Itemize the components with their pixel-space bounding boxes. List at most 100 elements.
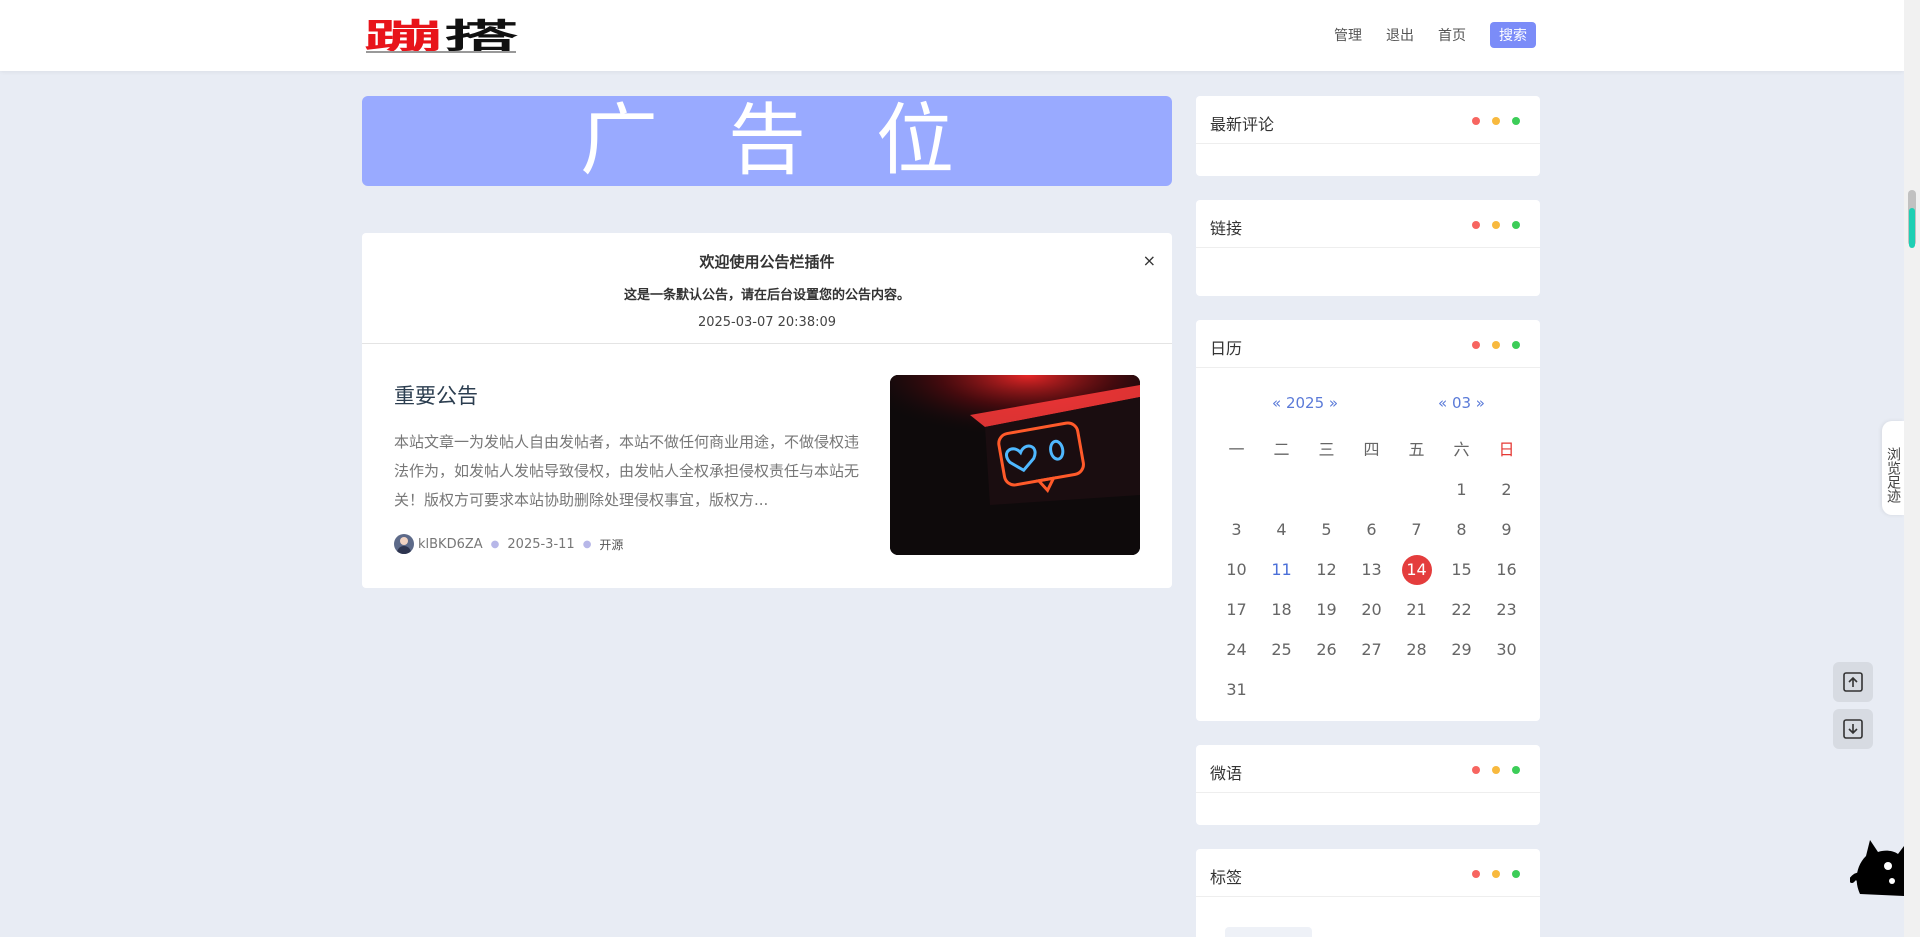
calendar-day: 16 <box>1496 560 1517 579</box>
calendar-day: 15 <box>1451 560 1472 579</box>
calendar-day: 28 <box>1406 640 1427 659</box>
calendar-empty-cell <box>1439 675 1484 705</box>
widget-calendar: 日历 « 2025 » « 03 » 一二三四五六日 1 2 3 4 5 6 7 8 9 10 11 1… <box>1196 320 1540 721</box>
calendar-day: 4 <box>1276 520 1287 539</box>
window-dots <box>1472 766 1520 774</box>
close-icon[interactable]: × <box>1143 251 1156 270</box>
notice-board: 欢迎使用公告栏插件 这是一条默认公告，请在后台设置您的公告内容。 2025-03… <box>362 233 1172 344</box>
calendar-today[interactable]: 14 <box>1401 555 1432 585</box>
calendar-empty-cell <box>1259 675 1304 705</box>
calendar-day: 10 <box>1226 560 1247 579</box>
arrow-down-icon <box>1843 719 1863 739</box>
calendar-weekday: 六 <box>1453 440 1470 459</box>
page-scrollbar[interactable] <box>1904 0 1920 937</box>
calendar-day: 6 <box>1366 520 1377 539</box>
calendar-day: 12 <box>1316 560 1337 579</box>
widget-links: 链接 <box>1196 200 1540 296</box>
calendar-day: 7 <box>1411 520 1422 539</box>
notice-time: 2025-03-07 20:38:09 <box>697 315 837 330</box>
calendar-day: 3 <box>1231 520 1242 539</box>
window-dots <box>1472 117 1520 125</box>
post-excerpt: 本站文章一为发帖人自由发帖者，本站不做任何商业用途，不做侵权违法作为，如发帖人发… <box>394 433 860 509</box>
calendar-day: 21 <box>1406 600 1427 619</box>
widget-header: 微语 <box>1196 745 1540 793</box>
calendar-empty-cell <box>1394 475 1439 505</box>
calendar-empty-cell <box>1349 675 1394 705</box>
widget-latest-comments: 最新评论 <box>1196 96 1540 176</box>
scroll-progress-indicator <box>1909 208 1915 248</box>
calendar-day: 18 <box>1271 600 1292 619</box>
search-button[interactable]: 搜索 <box>1490 22 1536 48</box>
calendar-day: 2 <box>1501 480 1512 499</box>
calendar-day: 29 <box>1451 640 1472 659</box>
nav-admin[interactable]: 管理 <box>1334 25 1362 45</box>
main-card: 欢迎使用公告栏插件 这是一条默认公告，请在后台设置您的公告内容。 2025-03… <box>362 233 1172 588</box>
calendar-weekday: 四 <box>1363 440 1380 459</box>
widget-header: 链接 <box>1196 200 1540 248</box>
calendar-day: 1 <box>1456 480 1467 499</box>
post-author[interactable]: klBKD6ZA <box>418 537 483 552</box>
post-thumbnail[interactable] <box>890 375 1140 555</box>
calendar-day: 31 <box>1226 680 1247 699</box>
browse-history-tab[interactable]: 浏览足迹 <box>1882 421 1904 515</box>
calendar-empty-cell <box>1304 675 1349 705</box>
widget-title: 链接 <box>1210 219 1243 238</box>
widget-title: 日历 <box>1210 339 1243 358</box>
widget-tags: 标签 <box>1196 849 1540 937</box>
calendar-day: 26 <box>1316 640 1337 659</box>
widget-title: 标签 <box>1210 868 1243 887</box>
nav-logout[interactable]: 退出 <box>1386 25 1414 45</box>
calendar-weekday: 一 <box>1228 440 1245 459</box>
window-dots <box>1472 221 1520 229</box>
calendar-day: 13 <box>1361 560 1382 579</box>
avatar[interactable] <box>394 534 414 554</box>
calendar-weekday: 五 <box>1408 440 1425 459</box>
calendar-week-row: 17 18 19 20 21 22 23 <box>1214 590 1530 630</box>
site-logo[interactable]: 蹦 搭 <box>364 17 520 57</box>
calendar-day: 27 <box>1361 640 1382 659</box>
calendar-week-row: 3 4 5 6 7 8 9 <box>1214 510 1530 550</box>
ad-banner-text: 广告位 <box>579 96 1024 186</box>
calendar-day: 20 <box>1361 600 1382 619</box>
calendar-empty-cell <box>1349 475 1394 505</box>
meta-separator: ● <box>490 538 500 550</box>
calendar-day: 23 <box>1496 600 1517 619</box>
widget-title: 最新评论 <box>1210 115 1275 134</box>
calendar-week-row: 24 25 26 27 28 29 30 <box>1214 630 1530 670</box>
tag-item[interactable] <box>1225 927 1312 937</box>
calendar-day: 24 <box>1226 640 1247 659</box>
calendar-week-row: 10 11 12 13 14 15 16 <box>1214 550 1530 590</box>
cat-mascot-icon[interactable] <box>1849 826 1904 896</box>
calendar-weekday: 二 <box>1273 440 1290 459</box>
nav-home[interactable]: 首页 <box>1438 25 1466 45</box>
calendar-empty-cell <box>1484 675 1529 705</box>
calendar-day[interactable]: 11 <box>1259 555 1304 585</box>
calendar-month-nav[interactable]: « 03 » <box>1438 394 1485 412</box>
widget-header: 最新评论 <box>1196 96 1540 144</box>
back-to-top-button[interactable] <box>1833 662 1873 702</box>
notice-title: 欢迎使用公告栏插件 <box>699 253 835 271</box>
calendar-weekday: 日 <box>1498 440 1515 459</box>
post-title[interactable]: 重要公告 <box>394 380 478 410</box>
calendar-day: 5 <box>1321 520 1332 539</box>
widget-weiyu: 微语 <box>1196 745 1540 825</box>
window-dots <box>1472 341 1520 349</box>
calendar-day: 9 <box>1501 520 1512 539</box>
neon-heart-like-icon <box>890 375 1140 555</box>
calendar-weekday-row: 一二三四五六日 <box>1214 430 1530 470</box>
calendar-day: 30 <box>1496 640 1517 659</box>
widget-header: 日历 <box>1196 320 1540 368</box>
calendar-empty-cell <box>1259 475 1304 505</box>
calendar-year-nav[interactable]: « 2025 » <box>1272 394 1338 412</box>
ad-banner[interactable]: 广告位 <box>362 96 1172 186</box>
calendar-day[interactable]: 14 <box>1394 555 1439 585</box>
calendar-week-row: 12 <box>1214 470 1530 510</box>
scroll-to-bottom-button[interactable] <box>1833 709 1873 749</box>
post-category[interactable]: 开源 <box>599 536 623 553</box>
calendar-day: 17 <box>1226 600 1247 619</box>
notice-text: 这是一条默认公告，请在后台设置您的公告内容。 <box>623 288 910 303</box>
calendar-weekday: 三 <box>1318 440 1335 459</box>
calendar-empty-cell <box>1304 475 1349 505</box>
calendar-day: 25 <box>1271 640 1292 659</box>
post-item[interactable]: 重要公告 本站文章一为发帖人自由发帖者，本站不做任何商业用途，不做侵权违法作为，… <box>362 344 1172 588</box>
